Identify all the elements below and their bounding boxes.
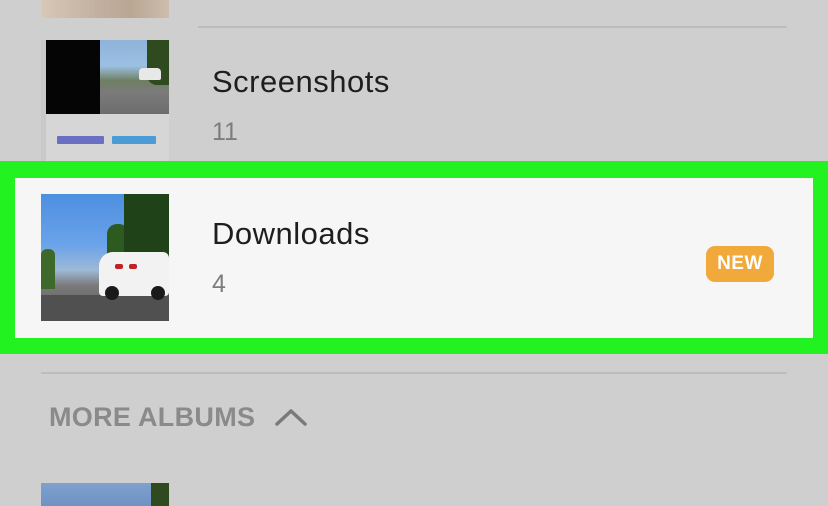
album-thumbnail-cropped-top[interactable] — [41, 0, 169, 18]
album-row-downloads[interactable]: Downloads 4 NEW — [15, 178, 813, 338]
more-albums-label: MORE ALBUMS — [49, 401, 256, 432]
album-thumbnail-cropped-bottom[interactable] — [41, 483, 169, 506]
new-badge: NEW — [706, 246, 774, 282]
album-title: Downloads — [212, 216, 370, 251]
album-count: 4 — [212, 270, 226, 298]
more-albums-toggle[interactable]: MORE ALBUMS — [49, 398, 309, 436]
album-thumbnail-screenshots — [41, 40, 169, 162]
album-row-screenshots[interactable]: Screenshots 11 — [0, 28, 828, 162]
album-count: 11 — [212, 118, 238, 146]
gallery-albums-screen: Screenshots 11 Downloads 4 NEW MORE ALBU… — [0, 0, 828, 506]
album-title: Screenshots — [212, 64, 390, 99]
chevron-up-icon[interactable] — [273, 406, 309, 428]
divider — [41, 372, 787, 374]
album-thumbnail-downloads — [41, 194, 169, 321]
